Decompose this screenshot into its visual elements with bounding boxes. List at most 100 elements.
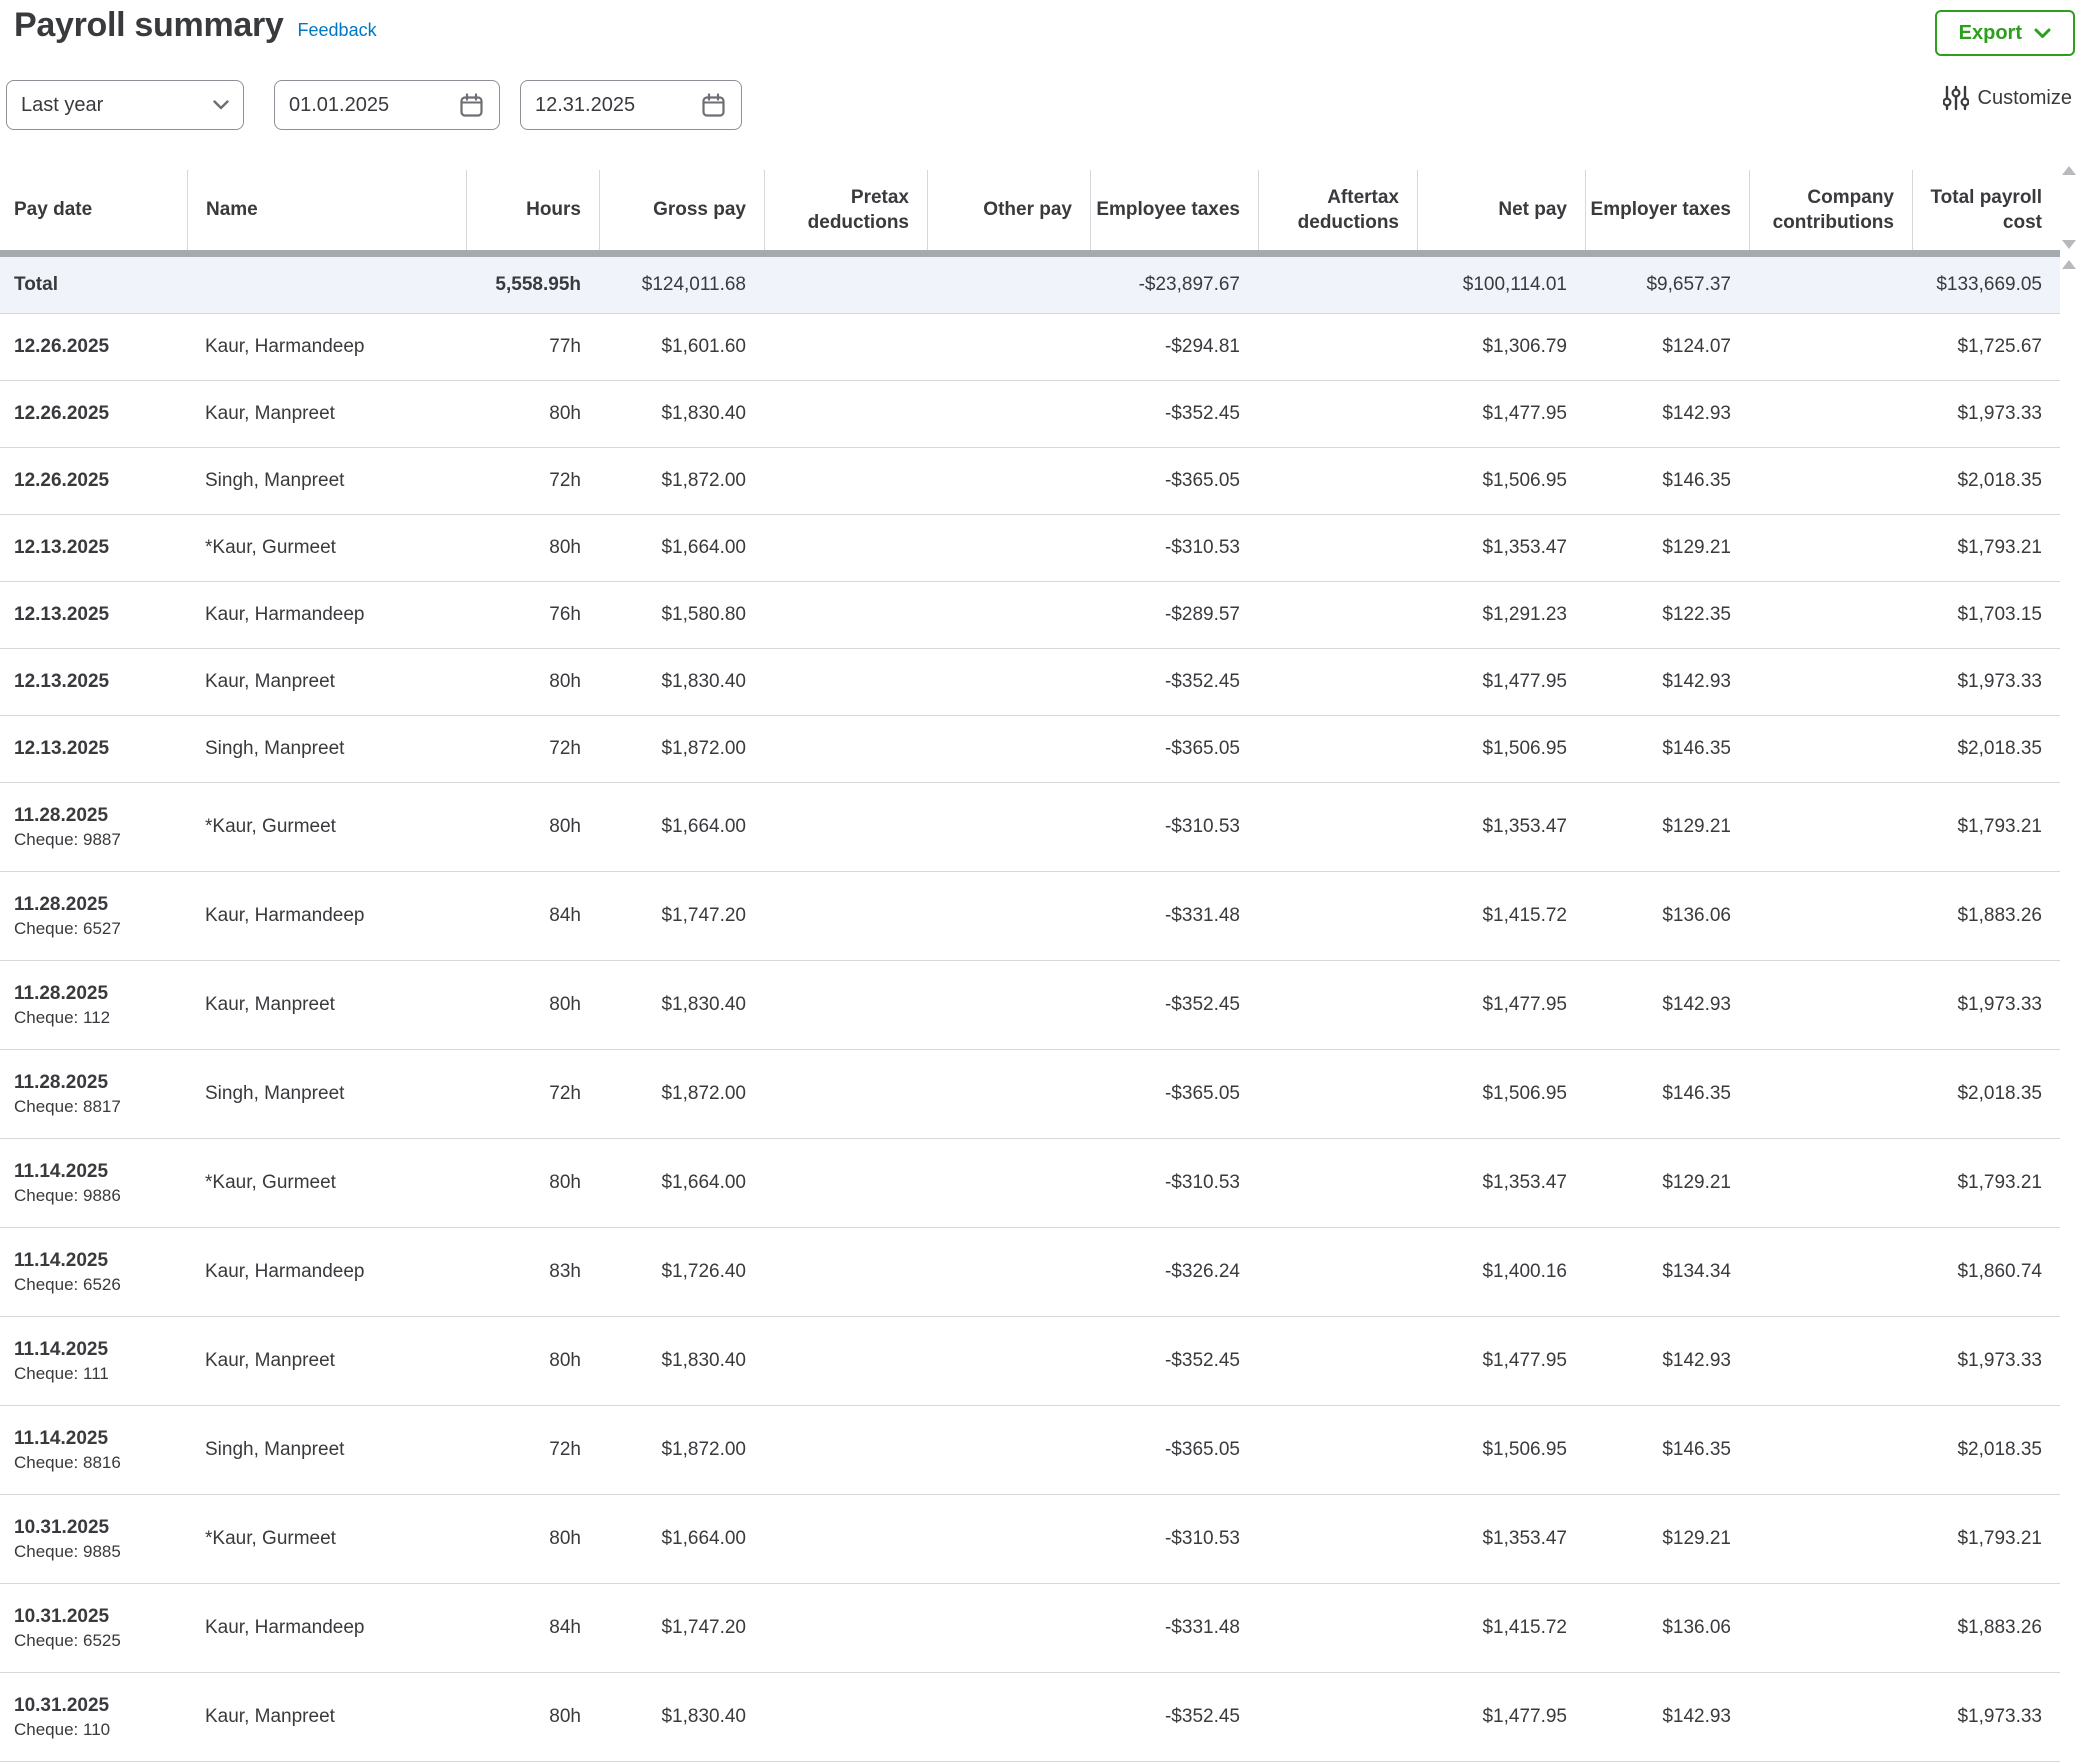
- cell-net_pay: $1,415.72: [1417, 905, 1585, 927]
- cell-pay_date: 11.28.2025Cheque: 8817: [0, 1072, 187, 1117]
- column-header-employer_taxes: Employer taxes: [1585, 170, 1749, 250]
- cell-hours: 77h: [466, 336, 599, 358]
- customize-label: Customize: [1978, 87, 2072, 110]
- start-date-input[interactable]: 01.01.2025: [274, 80, 500, 130]
- cell-name: *Kaur, Gurmeet: [187, 1528, 466, 1550]
- cell-name: Kaur, Harmandeep: [187, 1617, 466, 1639]
- cell-hours: 80h: [466, 1528, 599, 1550]
- cell-employer_taxes: $142.93: [1585, 1350, 1749, 1372]
- cell-pay_date: 11.28.2025Cheque: 6527: [0, 894, 187, 939]
- cell-employer_taxes: $146.35: [1585, 470, 1749, 492]
- table-row: 12.13.2025*Kaur, Gurmeet80h$1,664.00-$31…: [0, 515, 2060, 582]
- cell-name: *Kaur, Gurmeet: [187, 1172, 466, 1194]
- cheque-number: Cheque: 9886: [14, 1186, 183, 1206]
- cheque-number: Cheque: 9887: [14, 830, 183, 850]
- calendar-icon: [700, 92, 727, 119]
- table-row: 12.26.2025Kaur, Harmandeep77h$1,601.60-$…: [0, 314, 2060, 381]
- cell-name: Singh, Manpreet: [187, 738, 466, 760]
- scrollbar-up-arrow[interactable]: [2062, 260, 2076, 269]
- cell-hours: 80h: [466, 1172, 599, 1194]
- table-row: 12.13.2025Kaur, Harmandeep76h$1,580.80-$…: [0, 582, 2060, 649]
- cell-hours: 72h: [466, 738, 599, 760]
- cell-name: Kaur, Manpreet: [187, 1350, 466, 1372]
- cell-total_payroll_cost: $2,018.35: [1912, 470, 2060, 492]
- table-row: 12.13.2025Singh, Manpreet72h$1,872.00-$3…: [0, 716, 2060, 783]
- customize-button[interactable]: Customize: [1943, 84, 2072, 112]
- end-date-input[interactable]: 12.31.2025: [520, 80, 742, 130]
- cell-net_pay: $1,415.72: [1417, 1617, 1585, 1639]
- cell-total_payroll_cost: $1,860.74: [1912, 1261, 2060, 1283]
- cell-name: Kaur, Manpreet: [187, 671, 466, 693]
- cell-gross_pay: $1,830.40: [599, 1706, 764, 1728]
- payroll-table: Pay dateNameHoursGross payPretax deducti…: [0, 170, 2060, 1762]
- cell-pay_date: 11.14.2025Cheque: 6526: [0, 1250, 187, 1295]
- pay-date: 12.13.2025: [14, 537, 183, 559]
- table-row: 10.31.2025Cheque: 9885*Kaur, Gurmeet80h $…: [0, 1495, 2060, 1584]
- cell-pay_date: 12.26.2025: [0, 336, 187, 358]
- cell-gross_pay: $1,830.40: [599, 403, 764, 425]
- table-row: 10.31.2025Cheque: 110Kaur, Manpreet80h$1…: [0, 1673, 2060, 1762]
- horizontal-scrollbar[interactable]: [0, 250, 2060, 257]
- export-button[interactable]: Export: [1935, 10, 2075, 56]
- cell-pay_date: 10.31.2025Cheque: 6525: [0, 1606, 187, 1651]
- table-row: 12.26.2025Singh, Manpreet72h$1,872.00-$3…: [0, 448, 2060, 515]
- cell-employee_taxes: -$23,897.67: [1090, 274, 1258, 296]
- cell-employee_taxes: -$365.05: [1090, 1083, 1258, 1105]
- cell-name: Kaur, Harmandeep: [187, 336, 466, 358]
- cell-gross_pay: $124,011.68: [599, 274, 764, 296]
- cheque-number: Cheque: 8816: [14, 1453, 183, 1473]
- titlebar: Payroll summary Feedback: [14, 6, 377, 45]
- cell-employer_taxes: $124.07: [1585, 336, 1749, 358]
- pay-date: 11.14.2025: [14, 1339, 183, 1361]
- table-row: 11.14.2025Cheque: 6526Kaur, Harmandeep83…: [0, 1228, 2060, 1317]
- table-row: 11.14.2025Cheque: 9886*Kaur, Gurmeet80h$…: [0, 1139, 2060, 1228]
- cell-hours: 72h: [466, 470, 599, 492]
- cell-employee_taxes: -$326.24: [1090, 1261, 1258, 1283]
- table-row: 11.28.2025Cheque: 9887*Kaur, Gurmeet80h$…: [0, 783, 2060, 872]
- scrollbar-down-arrow[interactable]: [2062, 240, 2076, 249]
- cell-employee_taxes: -$352.45: [1090, 671, 1258, 693]
- cell-name: Kaur, Manpreet: [187, 403, 466, 425]
- cell-pay_date: 10.31.2025Cheque: 9885: [0, 1517, 187, 1562]
- cell-pay_date: 12.13.2025: [0, 537, 187, 559]
- cell-employer_taxes: $146.35: [1585, 738, 1749, 760]
- column-header-pay_date: Pay date: [0, 170, 187, 250]
- cell-net_pay: $1,477.95: [1417, 403, 1585, 425]
- cell-hours: 80h: [466, 1350, 599, 1372]
- table-row: 12.13.2025Kaur, Manpreet80h$1,830.40-$35…: [0, 649, 2060, 716]
- table-row: 12.26.2025Kaur, Manpreet80h$1,830.40-$35…: [0, 381, 2060, 448]
- cell-net_pay: $1,353.47: [1417, 816, 1585, 838]
- cell-gross_pay: $1,830.40: [599, 1350, 764, 1372]
- cell-employee_taxes: -$365.05: [1090, 470, 1258, 492]
- cell-gross_pay: $1,664.00: [599, 537, 764, 559]
- cell-name: *Kaur, Gurmeet: [187, 816, 466, 838]
- pay-date: 12.26.2025: [14, 403, 183, 425]
- cell-employer_taxes: $129.21: [1585, 816, 1749, 838]
- date-range-select[interactable]: Last year: [6, 80, 244, 130]
- start-date-value: 01.01.2025: [289, 94, 389, 117]
- table-row: 10.31.2025Cheque: 6525Kaur, Harmandeep84…: [0, 1584, 2060, 1673]
- cell-net_pay: $100,114.01: [1417, 274, 1585, 296]
- cell-employer_taxes: $142.93: [1585, 403, 1749, 425]
- cell-name: Singh, Manpreet: [187, 1083, 466, 1105]
- chevron-down-icon: [213, 100, 229, 110]
- column-header-aftertax_deductions: Aftertax deductions: [1258, 170, 1417, 250]
- cell-hours: 72h: [466, 1083, 599, 1105]
- cell-total_payroll_cost: $1,973.33: [1912, 403, 2060, 425]
- cell-total_payroll_cost: $1,883.26: [1912, 905, 2060, 927]
- cell-hours: 84h: [466, 905, 599, 927]
- pay-date: 10.31.2025: [14, 1606, 183, 1628]
- cell-name: Kaur, Harmandeep: [187, 604, 466, 626]
- cell-net_pay: $1,477.95: [1417, 994, 1585, 1016]
- cell-hours: 83h: [466, 1261, 599, 1283]
- cell-total_payroll_cost: $2,018.35: [1912, 1439, 2060, 1461]
- cheque-number: Cheque: 8817: [14, 1097, 183, 1117]
- feedback-link[interactable]: Feedback: [298, 20, 377, 41]
- cell-employer_taxes: $142.93: [1585, 994, 1749, 1016]
- cell-total_payroll_cost: $2,018.35: [1912, 1083, 2060, 1105]
- table-row: 11.28.2025Cheque: 6527Kaur, Harmandeep84…: [0, 872, 2060, 961]
- scrollbar-up-arrow[interactable]: [2062, 166, 2076, 175]
- cell-hours: 80h: [466, 403, 599, 425]
- cell-total_payroll_cost: $1,793.21: [1912, 1528, 2060, 1550]
- cell-hours: 84h: [466, 1617, 599, 1639]
